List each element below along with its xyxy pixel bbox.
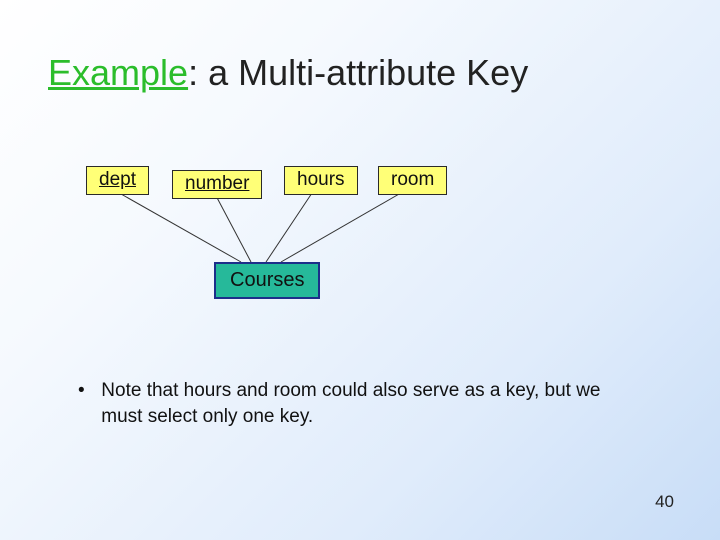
er-diagram: dept number hours room Courses: [86, 162, 466, 322]
slide-note: • Note that hours and room could also se…: [78, 378, 638, 429]
title-rest: : a Multi-attribute Key: [188, 52, 528, 93]
attribute-dept: dept: [86, 166, 149, 195]
attribute-number: number: [172, 170, 262, 199]
entity-courses: Courses: [214, 262, 320, 299]
page-number: 40: [655, 492, 674, 512]
title-accent: Example: [48, 52, 188, 93]
note-text: Note that hours and room could also serv…: [101, 378, 621, 429]
bullet-icon: •: [78, 378, 96, 404]
attribute-room: room: [378, 166, 447, 195]
attribute-hours: hours: [284, 166, 358, 195]
slide-title: Example: a Multi-attribute Key: [48, 52, 528, 94]
